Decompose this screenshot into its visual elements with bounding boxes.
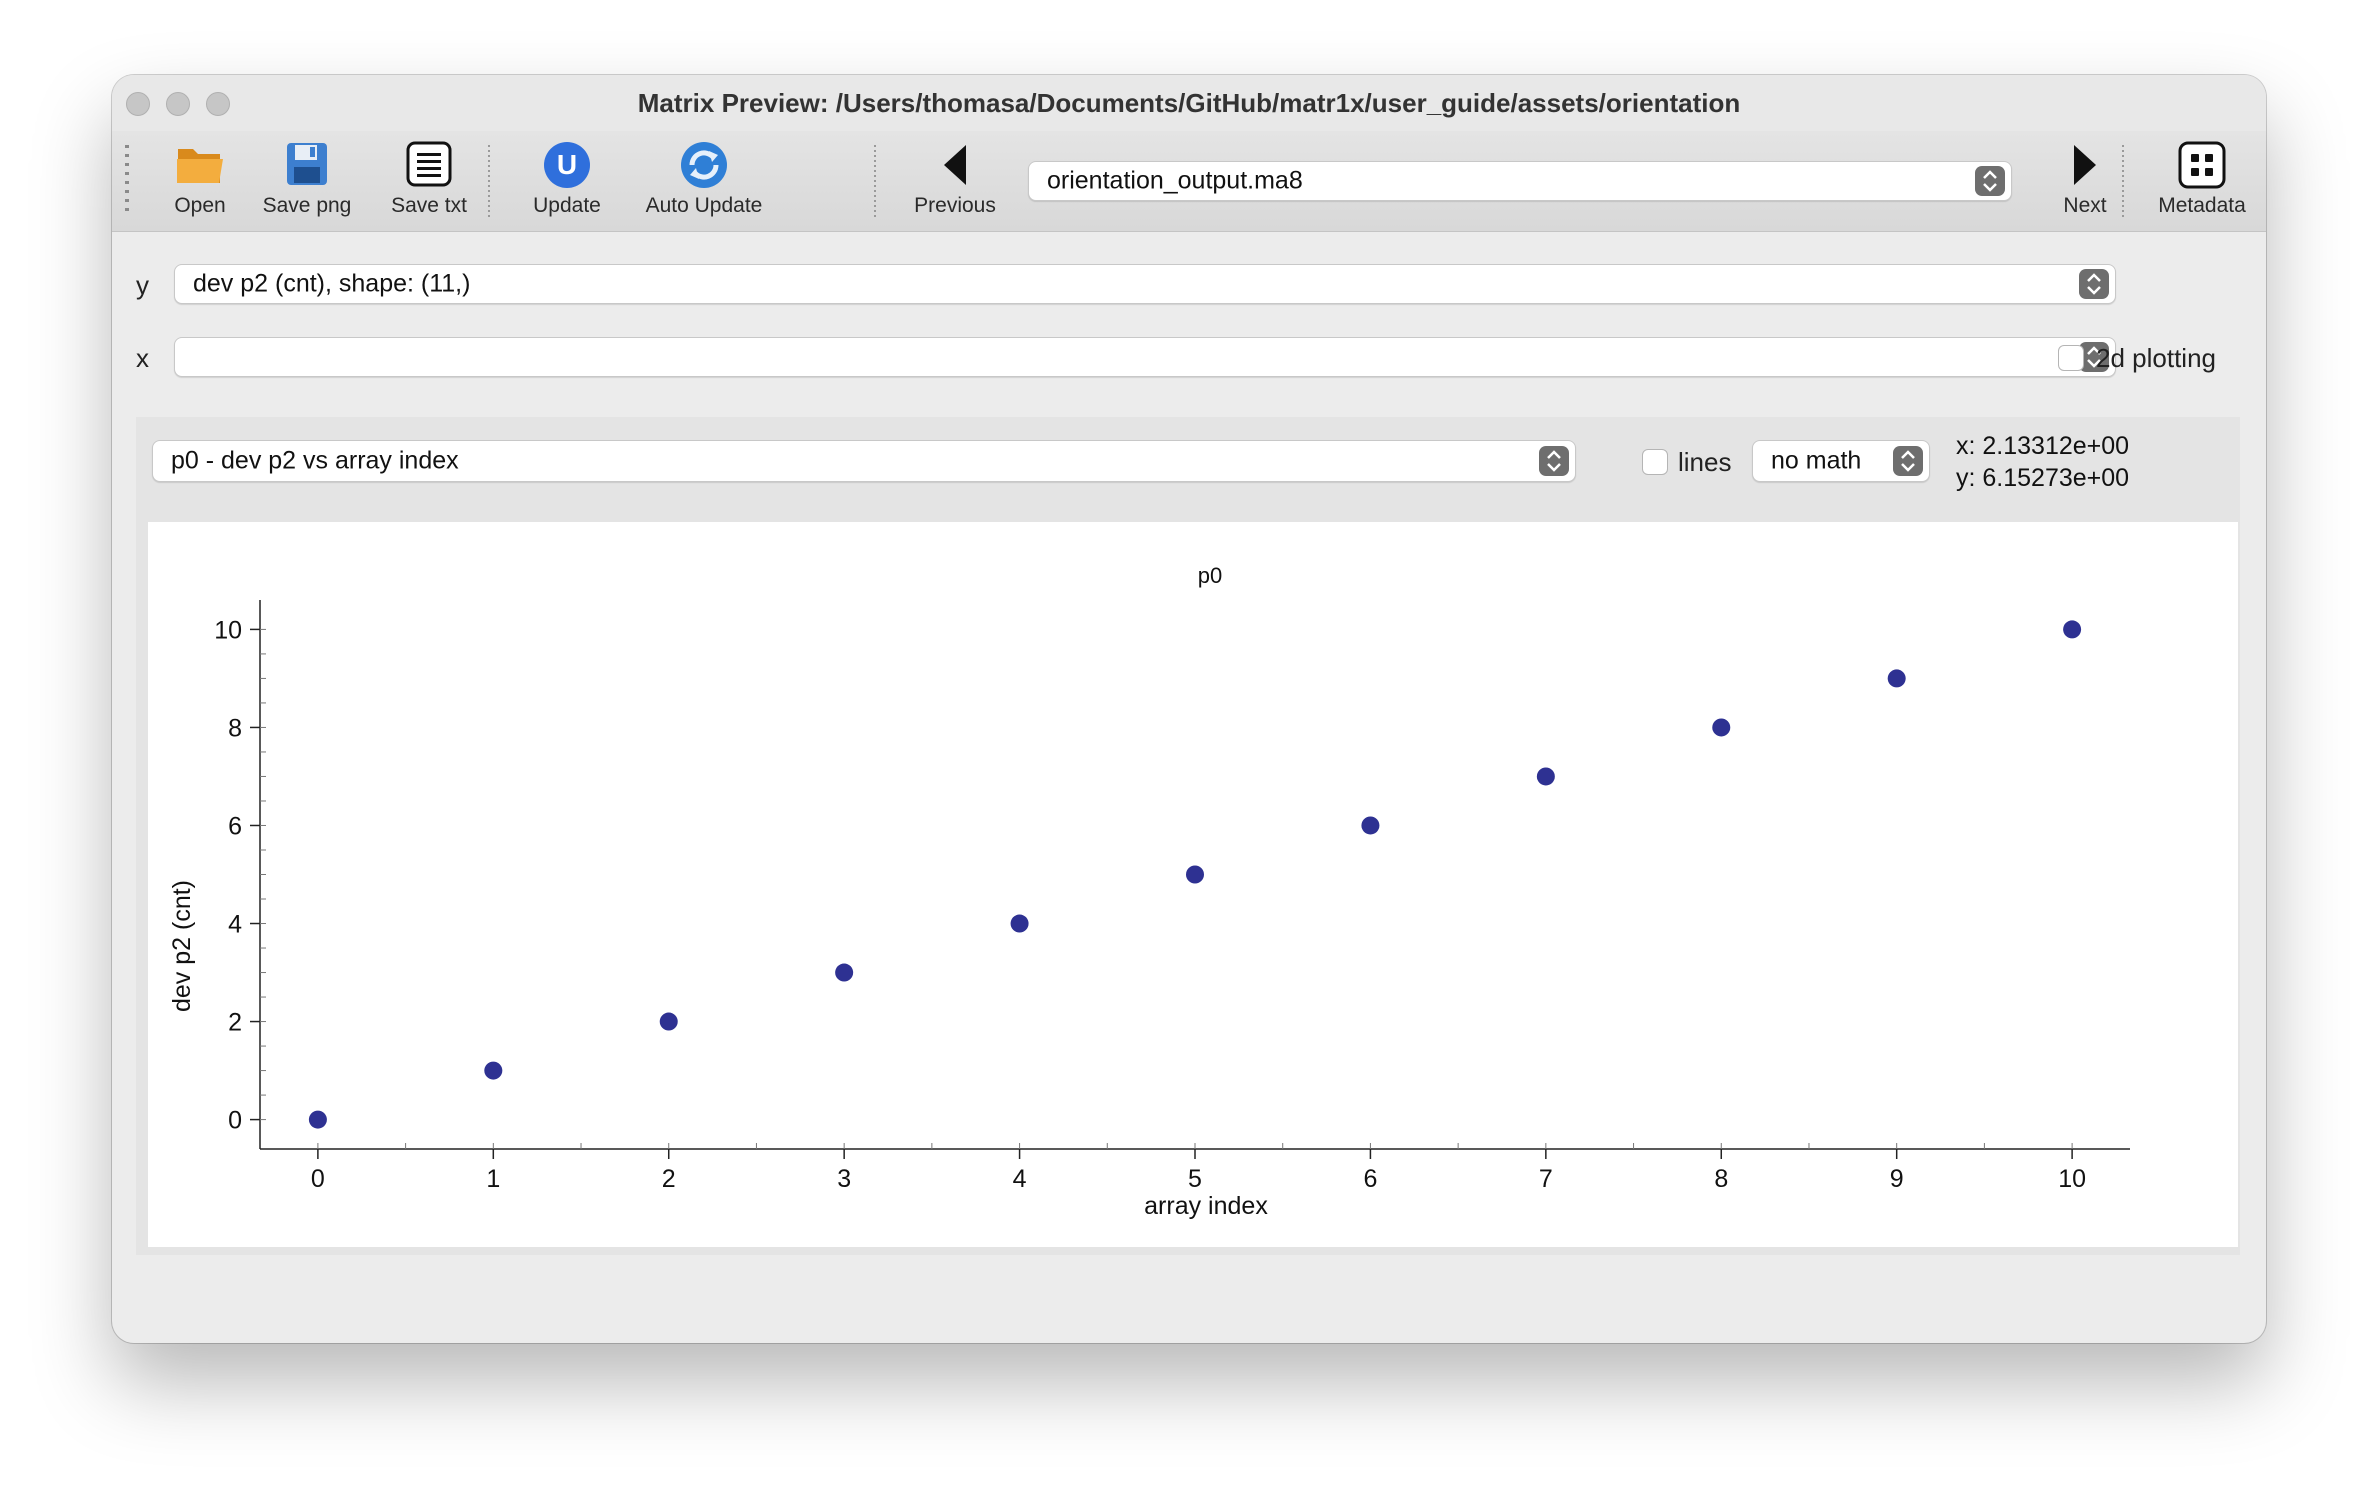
refresh-icon xyxy=(680,141,728,194)
auto-update-label: Auto Update xyxy=(645,194,763,217)
y-tick-label: 6 xyxy=(228,812,242,840)
data-point[interactable] xyxy=(1361,816,1380,835)
cursor-y-readout: y: 6.15273e+00 xyxy=(1956,464,2130,492)
data-point[interactable] xyxy=(308,1110,327,1129)
update-u-icon: U xyxy=(543,141,591,194)
updown-chevron-icon xyxy=(1539,446,1569,476)
x-tick-label: 5 xyxy=(1188,1165,1202,1193)
scatter-chart: p0 array index dev p2 (cnt) 0 1 2 3 4 5 6 7 8 9 10… xyxy=(168,563,2130,1220)
data-point[interactable] xyxy=(484,1061,503,1080)
toolbar-grip[interactable] xyxy=(125,145,129,217)
data-point[interactable] xyxy=(1010,914,1029,933)
plot-2d-checkbox[interactable] xyxy=(2058,345,2084,371)
x-axis-title: array index xyxy=(1144,1192,1268,1220)
toolbar-separator xyxy=(488,145,490,219)
chart-title: p0 xyxy=(1198,563,1222,588)
y-tick-label: 10 xyxy=(214,616,242,644)
plot-select[interactable]: p0 - dev p2 vs array index xyxy=(152,440,1576,482)
math-select[interactable]: no math xyxy=(1752,440,1930,482)
x-tick-label: 7 xyxy=(1539,1165,1553,1193)
data-point[interactable] xyxy=(1712,718,1731,737)
data-point[interactable] xyxy=(1887,669,1906,688)
y-axis-label: y xyxy=(136,270,149,300)
plot-select-value: p0 - dev p2 vs array index xyxy=(171,446,459,475)
updown-chevron-icon xyxy=(2079,269,2109,299)
update-button[interactable]: U Update xyxy=(502,131,632,231)
y-axis-title: dev p2 (cnt) xyxy=(168,880,196,1012)
cursor-x-readout: x: 2.13312e+00 xyxy=(1956,432,2130,460)
svg-text:U: U xyxy=(557,149,577,180)
metadata-button[interactable]: Metadata xyxy=(2142,131,2262,231)
x-tick-label: 1 xyxy=(486,1165,500,1193)
save-png-button[interactable]: Save png xyxy=(242,131,372,231)
x-tick-label: 3 xyxy=(837,1165,851,1193)
y-tick-label: 0 xyxy=(228,1107,242,1135)
y-tick-label: 2 xyxy=(228,1009,242,1037)
updown-chevron-icon xyxy=(1893,446,1923,476)
updown-chevron-icon xyxy=(1975,166,2005,196)
next-button[interactable]: Next xyxy=(2040,131,2130,231)
chart-points xyxy=(308,620,2082,1129)
folder-icon xyxy=(175,141,225,192)
save-txt-label: Save txt xyxy=(391,194,467,217)
app-window: Matrix Preview: /Users/thomasa/Documents… xyxy=(112,75,2266,1343)
data-point[interactable] xyxy=(659,1012,678,1031)
x-tick-label: 9 xyxy=(1890,1165,1904,1193)
update-label: Update xyxy=(533,194,601,217)
triangle-left-icon xyxy=(940,143,970,192)
previous-label: Previous xyxy=(914,194,996,217)
lines-checkbox[interactable] xyxy=(1642,449,1668,475)
x-tick-label: 6 xyxy=(1363,1165,1377,1193)
file-select[interactable]: orientation_output.ma8 xyxy=(1028,161,2012,201)
window-title: Matrix Preview: /Users/thomasa/Documents… xyxy=(637,88,1741,118)
previous-button[interactable]: Previous xyxy=(890,131,1020,231)
file-select-value: orientation_output.ma8 xyxy=(1047,166,1303,195)
data-point[interactable] xyxy=(1186,865,1204,884)
save-txt-button[interactable]: Save txt xyxy=(364,131,494,231)
x-data-select[interactable] xyxy=(174,337,2116,377)
title-bar: Matrix Preview: /Users/thomasa/Documents… xyxy=(112,75,2266,132)
data-point[interactable] xyxy=(1536,767,1555,786)
x-axis-label: x xyxy=(136,343,149,373)
grid-icon xyxy=(2178,141,2226,194)
next-label: Next xyxy=(2063,194,2107,217)
x-tick-label: 4 xyxy=(1013,1165,1027,1193)
math-select-value: no math xyxy=(1771,446,1862,475)
data-point[interactable] xyxy=(835,963,854,982)
y-tick-label: 8 xyxy=(228,714,242,742)
x-tick-label: 10 xyxy=(2058,1165,2086,1193)
floppy-disk-icon xyxy=(285,141,329,192)
save-png-label: Save png xyxy=(262,194,352,217)
x-tick-label: 2 xyxy=(662,1165,676,1193)
toolbar-separator xyxy=(2122,145,2124,219)
toolbar-separator xyxy=(874,145,876,219)
plot-canvas[interactable]: p0 array index dev p2 (cnt) 0 1 2 3 4 5 6 7 8 9 10… xyxy=(148,522,2238,1247)
data-point[interactable] xyxy=(2063,620,2082,639)
x-tick-label: 0 xyxy=(311,1165,325,1193)
metadata-label: Metadata xyxy=(2158,194,2246,217)
triangle-right-icon xyxy=(2070,143,2100,192)
plot-2d-label: 2d plotting xyxy=(2096,343,2216,373)
y-data-select-value: dev p2 (cnt), shape: (11,) xyxy=(193,269,471,298)
auto-update-button[interactable]: Auto Update xyxy=(624,131,784,231)
text-file-icon xyxy=(405,141,453,192)
lines-label: lines xyxy=(1678,447,1732,477)
y-tick-label: 4 xyxy=(228,911,242,939)
x-tick-label: 8 xyxy=(1714,1165,1728,1193)
y-data-select[interactable]: dev p2 (cnt), shape: (11,) xyxy=(174,264,2116,304)
chart-axes: 0 1 2 3 4 5 6 7 8 9 10 0 2 4 6 8 10 xyxy=(214,600,2130,1193)
